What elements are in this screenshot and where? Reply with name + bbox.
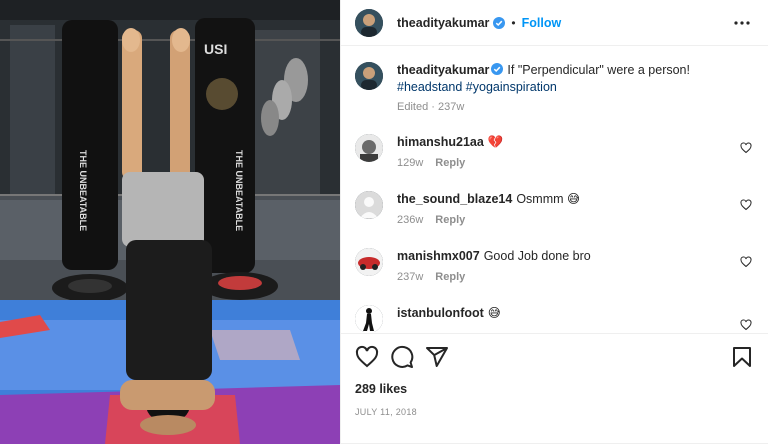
heart-icon[interactable] bbox=[355, 345, 379, 369]
comment-username[interactable]: manishmx007 bbox=[397, 249, 480, 263]
comment-avatar[interactable] bbox=[355, 134, 383, 162]
comment-text: 😅 bbox=[487, 306, 501, 320]
comment-icon[interactable] bbox=[390, 345, 414, 369]
comment-item: himanshu21aa 💔 129w Reply bbox=[355, 134, 754, 169]
comment-age: 129w bbox=[397, 157, 424, 169]
verified-icon bbox=[491, 63, 504, 75]
comment-avatar[interactable] bbox=[355, 305, 383, 332]
bag-text-left: THE UNBEATABLE bbox=[78, 150, 88, 231]
post-header: theadityakumar • Follow bbox=[341, 0, 768, 46]
bag-logo: USI bbox=[204, 41, 227, 57]
comment-item: manishmx007 Good Job done bro 237w Reply bbox=[355, 248, 754, 283]
bag-text-right: THE UNBEATABLE bbox=[234, 150, 244, 231]
comment-item: the_sound_blaze14 Osmmm 😅 236w Reply bbox=[355, 191, 754, 226]
comment-text: Good Job done bro bbox=[483, 249, 591, 263]
comment-heart-icon[interactable] bbox=[740, 142, 752, 154]
verified-icon bbox=[493, 16, 506, 29]
comment-username[interactable]: the_sound_blaze14 bbox=[397, 192, 512, 206]
avatar[interactable] bbox=[355, 8, 383, 37]
comment-age: 237w bbox=[397, 271, 424, 283]
more-options-icon[interactable] bbox=[730, 11, 754, 35]
comment-heart-icon[interactable] bbox=[740, 256, 752, 268]
post-date: JULY 11, 2018 bbox=[355, 407, 417, 417]
instagram-post: THE UNBEATABLE THE UNBEATABLE USI theadi… bbox=[0, 0, 768, 444]
comment-avatar[interactable] bbox=[355, 248, 383, 276]
comment-age: 236w bbox=[397, 214, 424, 226]
post-photo[interactable]: THE UNBEATABLE THE UNBEATABLE USI bbox=[0, 0, 340, 444]
post-sidebar: theadityakumar • Follow theadityakumar If… bbox=[340, 0, 768, 444]
separator: • bbox=[511, 15, 516, 30]
caption-hashtags[interactable]: #headstand #yogainspiration bbox=[397, 79, 754, 96]
follow-button[interactable]: Follow bbox=[522, 16, 562, 30]
comment-heart-icon[interactable] bbox=[740, 199, 752, 211]
comment-username[interactable]: himanshu21aa bbox=[397, 135, 484, 149]
comment-text: Osmmm 😅 bbox=[516, 192, 581, 206]
caption: theadityakumar If "Perpendicular" were a … bbox=[355, 62, 754, 113]
reply-button[interactable]: Reply bbox=[435, 157, 465, 169]
comment-username[interactable]: istanbulonfoot bbox=[397, 306, 484, 320]
caption-username[interactable]: theadityakumar bbox=[397, 63, 489, 77]
username[interactable]: theadityakumar bbox=[397, 16, 489, 30]
comment-avatar[interactable] bbox=[355, 191, 383, 219]
likes-count[interactable]: 289 likes bbox=[355, 382, 754, 396]
caption-avatar[interactable] bbox=[355, 62, 383, 90]
comment-heart-icon[interactable] bbox=[740, 319, 752, 331]
headstand-photo: THE UNBEATABLE THE UNBEATABLE USI bbox=[0, 0, 340, 444]
comment-text: 💔 bbox=[487, 135, 504, 149]
share-icon[interactable] bbox=[425, 345, 449, 369]
bookmark-icon[interactable] bbox=[730, 345, 754, 369]
post-actions: 289 likes JULY 11, 2018 bbox=[341, 333, 768, 417]
reply-button[interactable]: Reply bbox=[435, 271, 465, 283]
comment-item: istanbulonfoot 😅 bbox=[355, 305, 754, 332]
caption-meta: Edited · 237w bbox=[397, 101, 465, 113]
caption-text: If "Perpendicular" were a person! bbox=[507, 63, 690, 77]
comments-list[interactable]: theadityakumar If "Perpendicular" were a … bbox=[341, 47, 768, 332]
reply-button[interactable]: Reply bbox=[435, 214, 465, 226]
